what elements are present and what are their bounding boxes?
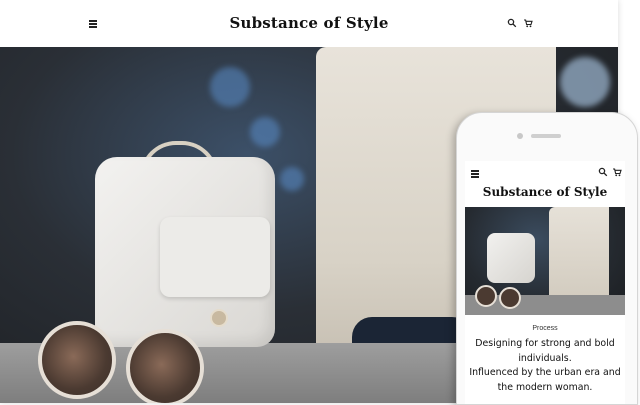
phone-sunglasses-left [475, 285, 497, 307]
phone-screen: Substance of Style Process Designing for… [465, 161, 625, 404]
phone-backpack [487, 233, 535, 283]
header-actions [507, 18, 533, 28]
cart-icon[interactable] [523, 18, 533, 28]
cart-icon[interactable] [612, 167, 622, 177]
desktop-header: Substance of Style [0, 0, 618, 48]
search-icon[interactable] [598, 167, 608, 177]
search-icon[interactable] [507, 18, 517, 28]
body-line: the modern woman. [497, 381, 593, 393]
sunglasses-lens-left [38, 321, 116, 399]
phone-camera [517, 133, 523, 139]
body-line: Designing for strong and bold [475, 338, 615, 349]
phone-site-title[interactable]: Substance of Style [465, 185, 625, 199]
phone-mockup: Substance of Style Process Designing for… [456, 112, 638, 405]
phone-speaker [531, 134, 561, 138]
body-line: individuals. [518, 352, 572, 364]
phone-hero-image [465, 207, 625, 315]
section-label: Process [532, 325, 558, 332]
bag-flap [160, 217, 270, 297]
phone-header-actions [598, 167, 622, 177]
body-line: Influenced by the urban era and [469, 367, 621, 378]
hamburger-icon[interactable] [471, 170, 479, 178]
section-body: Designing for strong and bold individual… [469, 337, 621, 395]
sunglasses-lens-right [126, 329, 204, 403]
bag-clasp [210, 309, 228, 327]
phone-sunglasses-right [499, 287, 521, 309]
